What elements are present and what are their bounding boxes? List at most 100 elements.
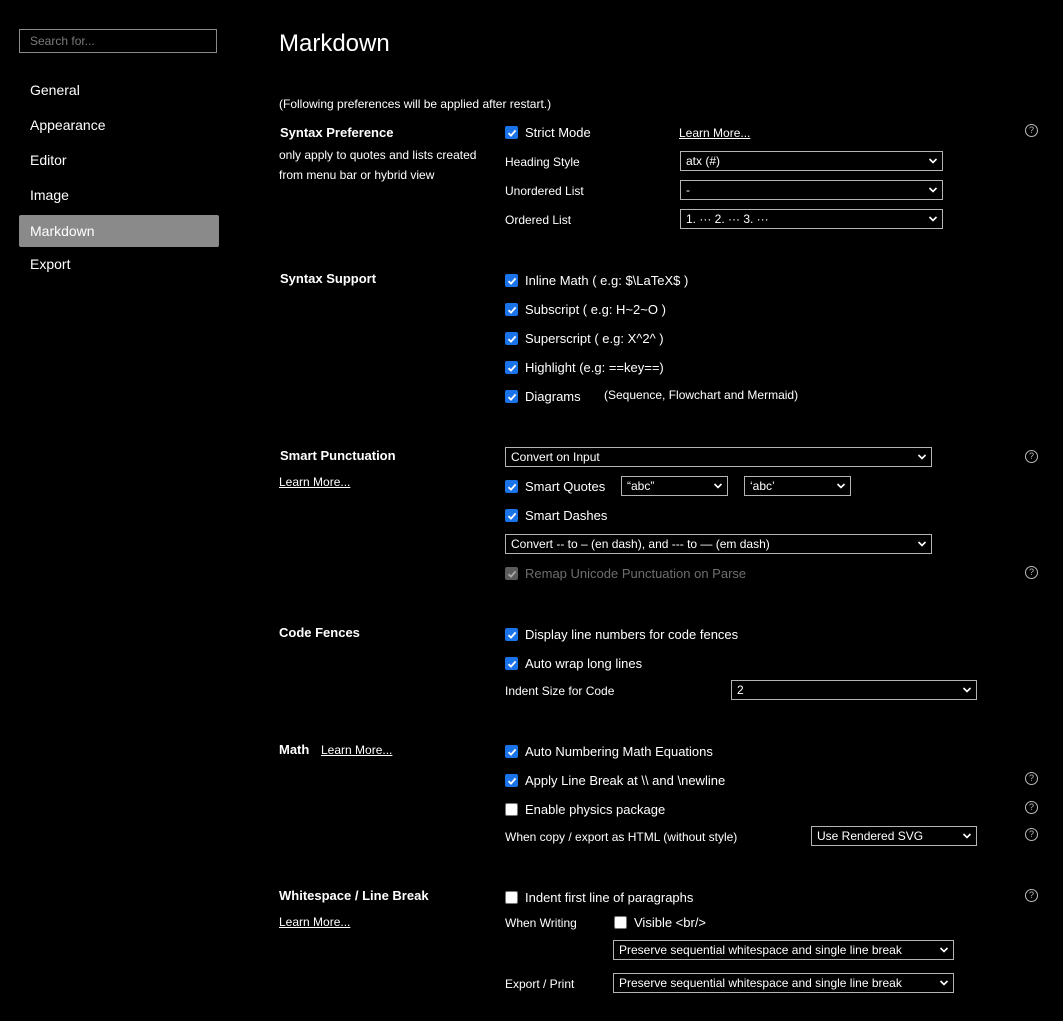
- when-writing-select[interactable]: Preserve sequential whitespace and singl…: [613, 940, 954, 960]
- subscript-checkbox[interactable]: Subscript ( e.g: H~2~O ): [505, 302, 666, 317]
- physics-checkbox[interactable]: Enable physics package: [505, 802, 665, 817]
- ordered-list-select[interactable]: 1. ··· 2. ··· 3. ···: [680, 209, 943, 229]
- dash-mode-value: Convert -- to – (en dash), and --- to — …: [511, 537, 770, 551]
- syntax-preference-title: Syntax Preference: [280, 125, 394, 140]
- sidebar-item-appearance[interactable]: Appearance: [19, 109, 219, 141]
- strict-mode-checkbox[interactable]: Strict Mode: [505, 125, 591, 140]
- checkbox-unchecked-icon[interactable]: [614, 916, 627, 929]
- heading-style-select[interactable]: atx (#): [680, 151, 943, 171]
- double-quotes-select[interactable]: “abc”: [621, 476, 728, 496]
- checkbox-checked-icon[interactable]: [505, 628, 518, 641]
- restart-note: (Following preferences will be applied a…: [279, 97, 552, 111]
- auto-wrap-checkbox[interactable]: Auto wrap long lines: [505, 656, 642, 671]
- checkbox-checked-icon[interactable]: [505, 361, 518, 374]
- heading-style-label: Heading Style: [505, 155, 580, 169]
- smart-punctuation-mode-select[interactable]: Convert on Input: [505, 447, 932, 467]
- checkbox-checked-icon[interactable]: [505, 567, 518, 580]
- auto-wrap-label: Auto wrap long lines: [525, 656, 643, 671]
- diagrams-label: Diagrams: [525, 389, 581, 404]
- help-icon[interactable]: ?: [1025, 450, 1038, 463]
- chevron-down-icon: [713, 483, 723, 489]
- strict-mode-label: Strict Mode: [525, 125, 591, 140]
- line-break-label: Apply Line Break at \\ and \newline: [525, 773, 726, 788]
- remap-unicode-checkbox[interactable]: Remap Unicode Punctuation on Parse: [505, 566, 746, 581]
- checkbox-checked-icon[interactable]: [505, 657, 518, 670]
- physics-label: Enable physics package: [525, 802, 666, 817]
- sidebar-item-export[interactable]: Export: [19, 248, 219, 280]
- smart-dashes-label: Smart Dashes: [525, 508, 608, 523]
- remap-unicode-label: Remap Unicode Punctuation on Parse: [525, 566, 747, 581]
- chevron-down-icon: [962, 833, 972, 839]
- chevron-down-icon: [928, 216, 938, 222]
- double-quotes-value: “abc”: [627, 479, 655, 493]
- visible-br-label: Visible <br/>: [634, 915, 707, 930]
- indent-first-checkbox[interactable]: Indent first line of paragraphs: [505, 890, 693, 905]
- copy-export-value: Use Rendered SVG: [817, 829, 924, 843]
- inline-math-checkbox[interactable]: Inline Math ( e.g: $\LaTeX$ ): [505, 273, 688, 288]
- math-learn-more-link[interactable]: Learn More...: [321, 743, 392, 757]
- smart-punctuation-mode-value: Convert on Input: [511, 450, 600, 464]
- checkbox-checked-icon[interactable]: [505, 745, 518, 758]
- chevron-down-icon: [836, 483, 846, 489]
- checkbox-checked-icon[interactable]: [505, 480, 518, 493]
- help-icon[interactable]: ?: [1025, 801, 1038, 814]
- superscript-checkbox[interactable]: Superscript ( e.g: X^2^ ): [505, 331, 664, 346]
- help-icon[interactable]: ?: [1025, 566, 1038, 579]
- chevron-down-icon: [962, 687, 972, 693]
- auto-numbering-checkbox[interactable]: Auto Numbering Math Equations: [505, 744, 713, 759]
- heading-style-value: atx (#): [686, 154, 721, 168]
- export-print-select[interactable]: Preserve sequential whitespace and singl…: [613, 973, 954, 993]
- checkbox-checked-icon[interactable]: [505, 332, 518, 345]
- checkbox-unchecked-icon[interactable]: [505, 803, 518, 816]
- line-numbers-label: Display line numbers for code fences: [525, 627, 739, 642]
- visible-br-checkbox[interactable]: Visible <br/>: [614, 915, 706, 930]
- smart-punctuation-learn-more-link[interactable]: Learn More...: [279, 475, 350, 489]
- math-title: Math: [279, 742, 310, 757]
- strict-mode-learn-more-link[interactable]: Learn More...: [679, 126, 750, 140]
- line-break-checkbox[interactable]: Apply Line Break at \\ and \newline: [505, 773, 725, 788]
- page-title: Markdown: [279, 30, 390, 57]
- search-input[interactable]: [19, 29, 217, 53]
- line-numbers-checkbox[interactable]: Display line numbers for code fences: [505, 627, 738, 642]
- smart-quotes-label: Smart Quotes: [525, 479, 606, 494]
- chevron-down-icon: [928, 158, 938, 164]
- sidebar-item-image[interactable]: Image: [19, 179, 219, 211]
- checkbox-checked-icon[interactable]: [505, 774, 518, 787]
- whitespace-title: Whitespace / Line Break: [279, 888, 429, 903]
- whitespace-learn-more-link[interactable]: Learn More...: [279, 915, 350, 929]
- single-quotes-select[interactable]: ‘abc’: [744, 476, 851, 496]
- chevron-down-icon: [917, 541, 927, 547]
- dash-mode-select[interactable]: Convert -- to – (en dash), and --- to — …: [505, 534, 932, 554]
- smart-quotes-checkbox[interactable]: Smart Quotes: [505, 479, 605, 494]
- diagrams-checkbox[interactable]: Diagrams: [505, 389, 581, 404]
- when-writing-label: When Writing: [505, 916, 577, 930]
- help-icon[interactable]: ?: [1025, 772, 1038, 785]
- sidebar-item-markdown[interactable]: Markdown: [19, 215, 219, 247]
- checkbox-checked-icon[interactable]: [505, 390, 518, 403]
- chevron-down-icon: [928, 187, 938, 193]
- highlight-checkbox[interactable]: Highlight (e.g: ==key==): [505, 360, 664, 375]
- checkbox-unchecked-icon[interactable]: [505, 891, 518, 904]
- superscript-label: Superscript ( e.g: X^2^ ): [525, 331, 664, 346]
- sidebar-item-general[interactable]: General: [19, 74, 219, 106]
- sidebar-item-editor[interactable]: Editor: [19, 144, 219, 176]
- unordered-list-select[interactable]: -: [680, 180, 943, 200]
- single-quotes-value: ‘abc’: [750, 479, 775, 493]
- ordered-list-label: Ordered List: [505, 213, 572, 227]
- indent-size-value: 2: [737, 683, 744, 697]
- chevron-down-icon: [939, 980, 949, 986]
- export-print-label: Export / Print: [505, 977, 575, 991]
- help-icon[interactable]: ?: [1025, 889, 1038, 902]
- copy-export-select[interactable]: Use Rendered SVG: [811, 826, 977, 846]
- inline-math-label: Inline Math ( e.g: $\LaTeX$ ): [525, 273, 689, 288]
- help-icon[interactable]: ?: [1025, 124, 1038, 137]
- help-icon[interactable]: ?: [1025, 828, 1038, 841]
- checkbox-checked-icon[interactable]: [505, 509, 518, 522]
- syntax-support-title: Syntax Support: [280, 271, 377, 286]
- smart-dashes-checkbox[interactable]: Smart Dashes: [505, 508, 607, 523]
- indent-size-select[interactable]: 2: [731, 680, 977, 700]
- checkbox-checked-icon[interactable]: [505, 303, 518, 316]
- code-fences-title: Code Fences: [279, 625, 360, 640]
- checkbox-checked-icon[interactable]: [505, 126, 518, 139]
- checkbox-checked-icon[interactable]: [505, 274, 518, 287]
